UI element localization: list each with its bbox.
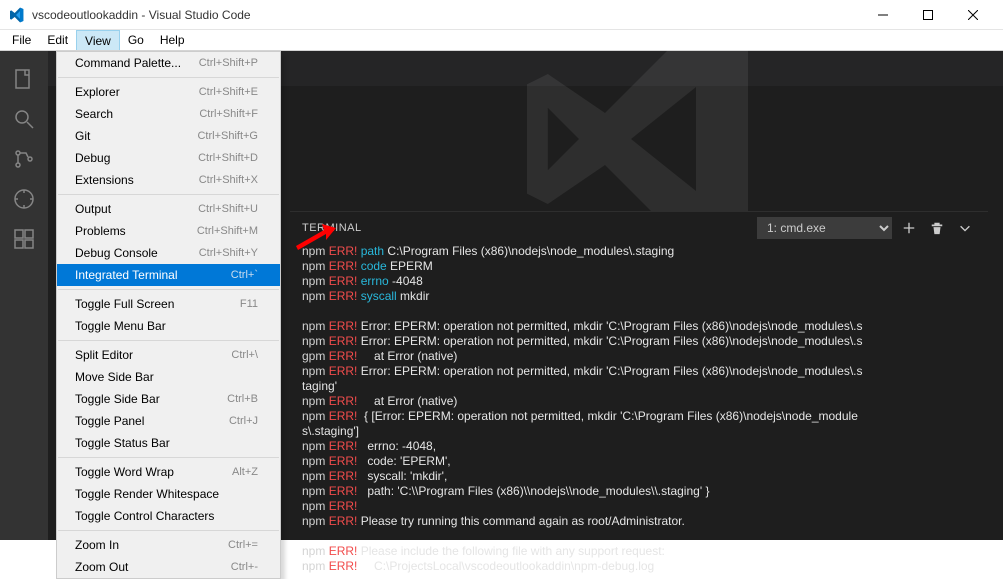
terminal-output[interactable]: npm ERR! path C:\Program Files (x86)\nod…	[290, 244, 988, 574]
terminal-select[interactable]: 1: cmd.exe	[757, 217, 892, 239]
menu-item-problems[interactable]: ProblemsCtrl+Shift+M	[57, 220, 280, 242]
maximize-button[interactable]	[905, 0, 950, 29]
view-menu-dropdown: Command Palette...Ctrl+Shift+P ExplorerCt…	[56, 51, 281, 579]
menu-item-split-editor[interactable]: Split EditorCtrl+\	[57, 344, 280, 366]
menu-file[interactable]: File	[4, 30, 39, 50]
menu-item-toggle-word-wrap[interactable]: Toggle Word WrapAlt+Z	[57, 461, 280, 483]
menu-item-debug[interactable]: DebugCtrl+Shift+D	[57, 147, 280, 169]
debug-icon[interactable]	[0, 179, 48, 219]
menu-item-search[interactable]: SearchCtrl+Shift+F	[57, 103, 280, 125]
chevron-down-icon[interactable]	[954, 217, 976, 239]
terminal-panel: TERMINAL 1: cmd.exe npm ERR! path C:\Pro…	[290, 211, 988, 540]
menu-item-git[interactable]: GitCtrl+Shift+G	[57, 125, 280, 147]
explorer-icon[interactable]	[0, 59, 48, 99]
menu-item-toggle-control-characters[interactable]: Toggle Control Characters	[57, 505, 280, 527]
menu-separator	[58, 457, 279, 458]
menu-item-zoom-out[interactable]: Zoom OutCtrl+-	[57, 556, 280, 578]
menu-item-toggle-status-bar[interactable]: Toggle Status Bar	[57, 432, 280, 454]
menu-item-explorer[interactable]: ExplorerCtrl+Shift+E	[57, 81, 280, 103]
menu-view[interactable]: View	[76, 30, 120, 50]
menu-item-output[interactable]: OutputCtrl+Shift+U	[57, 198, 280, 220]
kill-terminal-icon[interactable]	[926, 217, 948, 239]
activity-bar	[0, 51, 48, 540]
menu-edit[interactable]: Edit	[39, 30, 76, 50]
menu-help[interactable]: Help	[152, 30, 193, 50]
git-icon[interactable]	[0, 139, 48, 179]
menu-separator	[58, 194, 279, 195]
close-button[interactable]	[950, 0, 995, 29]
menu-item-toggle-panel[interactable]: Toggle PanelCtrl+J	[57, 410, 280, 432]
menu-item-zoom-in[interactable]: Zoom InCtrl+=	[57, 534, 280, 556]
menu-item-extensions[interactable]: ExtensionsCtrl+Shift+X	[57, 169, 280, 191]
menu-separator	[58, 289, 279, 290]
annotation-arrow	[296, 224, 336, 250]
menu-item-move-side-bar[interactable]: Move Side Bar	[57, 366, 280, 388]
menu-item-toggle-render-whitespace[interactable]: Toggle Render Whitespace	[57, 483, 280, 505]
menu-separator	[58, 340, 279, 341]
menu-item-debug-console[interactable]: Debug ConsoleCtrl+Shift+Y	[57, 242, 280, 264]
extensions-icon[interactable]	[0, 219, 48, 259]
menu-separator	[58, 77, 279, 78]
menu-item-toggle-side-bar[interactable]: Toggle Side BarCtrl+B	[57, 388, 280, 410]
menu-go[interactable]: Go	[120, 30, 152, 50]
menu-separator	[58, 530, 279, 531]
menu-item-toggle-full-screen[interactable]: Toggle Full ScreenF11	[57, 293, 280, 315]
search-icon[interactable]	[0, 99, 48, 139]
vscode-icon	[8, 7, 24, 23]
minimize-button[interactable]	[860, 0, 905, 29]
watermark-logo	[258, 51, 1003, 226]
new-terminal-icon[interactable]	[898, 217, 920, 239]
menu-item-toggle-menu-bar[interactable]: Toggle Menu Bar	[57, 315, 280, 337]
menu-item-command-palette-[interactable]: Command Palette...Ctrl+Shift+P	[57, 52, 280, 74]
menu-item-integrated-terminal[interactable]: Integrated TerminalCtrl+`	[57, 264, 280, 286]
